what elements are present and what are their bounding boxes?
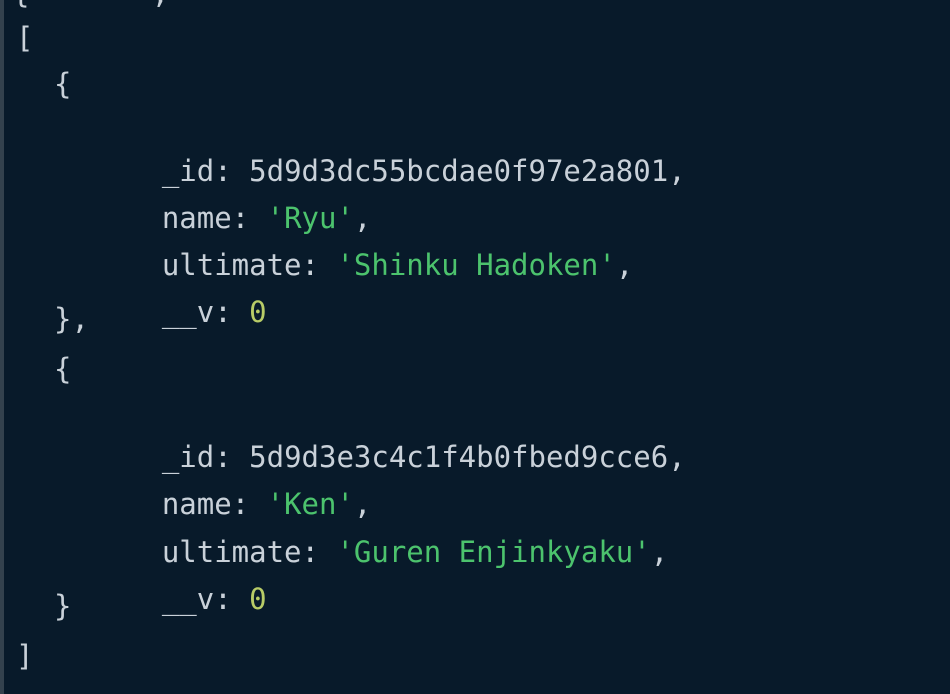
field-key: __v — [161, 295, 215, 329]
object-close-brace: }, — [54, 302, 89, 336]
partial-previous-line: { , — [12, 0, 361, 8]
field-key: __v — [161, 582, 215, 616]
id-field: _id: 5d9d3dc55bcdae0f97e2a801, — [161, 154, 686, 188]
name-field: name: 'Ryu', — [161, 201, 372, 235]
id-field: _id: 5d9d3e3c4c1f4b0fbed9cce6, — [161, 440, 686, 474]
object-open-brace: { — [54, 67, 72, 101]
terminal-output: { , [ { _id: 5d9d3dc55bcdae0f97e2a801, n… — [0, 0, 950, 694]
number-value: 0 — [249, 295, 267, 329]
number-value: 0 — [249, 582, 267, 616]
object-close-brace: } — [54, 589, 72, 623]
ultimate-field: ultimate: 'Guren Enjinkyaku', — [161, 535, 669, 569]
string-value: 'Shinku Hadoken' — [336, 248, 616, 282]
name-field: name: 'Ken', — [161, 487, 372, 521]
ultimate-field: ultimate: 'Shinku Hadoken', — [161, 248, 634, 282]
array-close-bracket: ] — [16, 639, 34, 673]
version-field: __v: 0 — [161, 295, 267, 329]
object-open-brace: { — [54, 352, 72, 386]
array-open-bracket: [ — [16, 21, 34, 55]
string-value: 'Guren Enjinkyaku' — [336, 535, 651, 569]
version-field: __v: 0 — [161, 582, 267, 616]
